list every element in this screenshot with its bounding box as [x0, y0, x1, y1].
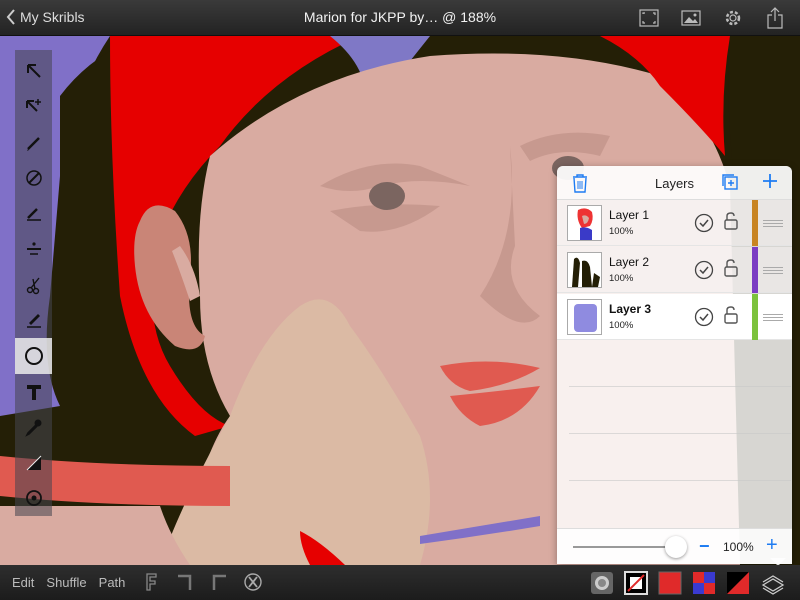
- path-button[interactable]: Path: [99, 575, 126, 590]
- visibility-check-icon[interactable]: [694, 307, 714, 332]
- image-icon[interactable]: [680, 7, 702, 29]
- layer-row-2[interactable]: Layer 2 100%: [557, 247, 792, 293]
- gear-icon[interactable]: [722, 7, 744, 29]
- chevron-left-icon: [6, 9, 15, 25]
- add-point-icon[interactable]: [15, 90, 52, 126]
- visibility-check-icon[interactable]: [694, 260, 714, 285]
- corner-join-icon[interactable]: [174, 571, 196, 593]
- pen-icon[interactable]: [15, 125, 52, 161]
- share-icon[interactable]: [764, 7, 786, 29]
- layer-thumbnail: [567, 205, 602, 241]
- layer-color-tag: [752, 294, 758, 340]
- empty-slot-divider: [569, 386, 791, 387]
- marker-icon[interactable]: [15, 303, 52, 339]
- layer-opacity: 100%: [609, 226, 634, 237]
- layer-row-1[interactable]: Layer 1 100%: [557, 200, 792, 246]
- ellipse-icon[interactable]: [15, 338, 52, 374]
- layer-opacity: 100%: [609, 320, 634, 331]
- divide-icon[interactable]: [15, 232, 52, 268]
- empty-slot-divider: [569, 480, 791, 481]
- opacity-controls: − 100% +: [557, 528, 792, 564]
- shuffle-button[interactable]: Shuffle: [46, 575, 86, 590]
- texture-swatch[interactable]: [590, 571, 614, 595]
- drag-handle-icon[interactable]: [763, 314, 783, 323]
- pen-nib-icon[interactable]: [15, 161, 52, 197]
- layer-row-3[interactable]: Layer 3 100%: [557, 294, 792, 340]
- opacity-slider-track[interactable]: [573, 546, 677, 548]
- fill-color-swatch[interactable]: [658, 571, 682, 595]
- visibility-check-icon[interactable]: [694, 213, 714, 238]
- layers-panel: Layers Layer 1 100% Layer 2 100% Layer 3…: [557, 166, 792, 564]
- drag-handle-icon[interactable]: [763, 220, 783, 229]
- trash-icon[interactable]: [571, 172, 589, 199]
- layer-color-tag: [752, 247, 758, 293]
- layer-thumbnail: [567, 252, 602, 288]
- top-bar: My Skribls Marion for JKPP by… @ 188%: [0, 0, 800, 36]
- fill-rule-icon[interactable]: [140, 571, 162, 593]
- eyedropper-icon[interactable]: [15, 409, 52, 445]
- layer-name: Layer 1: [609, 208, 650, 222]
- palette-swatch[interactable]: [692, 571, 716, 595]
- text-icon[interactable]: [15, 374, 52, 410]
- target-icon[interactable]: [15, 480, 52, 516]
- tools-palette: [15, 50, 52, 516]
- opacity-value: 100%: [723, 540, 754, 554]
- unlock-icon[interactable]: [723, 211, 739, 236]
- opacity-increase-button[interactable]: +: [766, 534, 778, 557]
- duplicate-layer-icon[interactable]: [721, 173, 739, 196]
- bottom-bar: Edit Shuffle Path: [0, 565, 800, 600]
- layer-name: Layer 3: [609, 302, 652, 316]
- back-button[interactable]: My Skribls: [6, 9, 85, 25]
- back-label: My Skribls: [20, 9, 85, 25]
- select-arrow-icon[interactable]: [15, 54, 52, 90]
- layer-name: Layer 2: [609, 255, 650, 269]
- drag-handle-icon[interactable]: [763, 267, 783, 276]
- stroke-style-swatch[interactable]: [624, 571, 648, 595]
- unlock-icon[interactable]: [723, 305, 739, 330]
- fit-screen-icon[interactable]: [638, 7, 660, 29]
- gradient-swatch[interactable]: [726, 571, 750, 595]
- layers-toggle-icon[interactable]: [760, 571, 785, 595]
- layer-opacity: 100%: [609, 273, 634, 284]
- unlock-icon[interactable]: [723, 258, 739, 283]
- gradient-icon[interactable]: [15, 445, 52, 481]
- edit-button[interactable]: Edit: [12, 575, 34, 590]
- layer-thumbnail: [567, 299, 602, 335]
- opacity-decrease-button[interactable]: −: [699, 536, 710, 557]
- add-layer-icon[interactable]: [760, 171, 780, 196]
- brush-icon[interactable]: [15, 196, 52, 232]
- layer-color-tag: [752, 200, 758, 246]
- scissors-icon[interactable]: [15, 267, 52, 303]
- layers-header: Layers: [557, 166, 792, 200]
- layers-title: Layers: [654, 176, 695, 191]
- empty-slot-divider: [569, 433, 791, 434]
- delete-point-icon[interactable]: [242, 571, 264, 593]
- corner-join-alt-icon[interactable]: [208, 571, 230, 593]
- opacity-slider-knob[interactable]: [665, 536, 687, 558]
